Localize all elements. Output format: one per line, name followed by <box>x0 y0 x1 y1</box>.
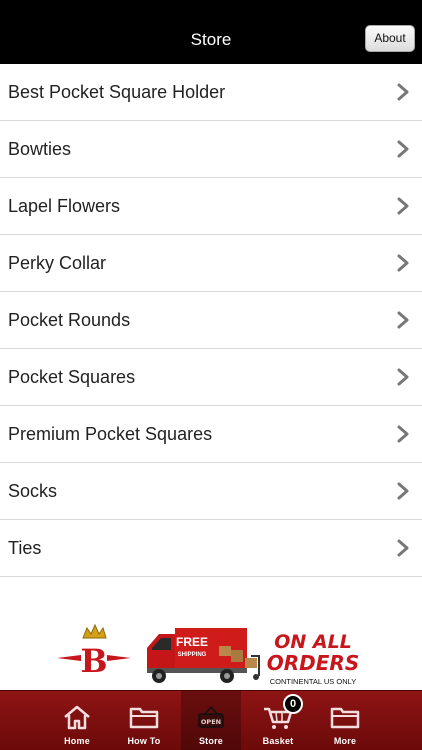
page-title: Store <box>190 30 232 49</box>
tab-how-to[interactable]: How To <box>114 691 174 750</box>
truck-free-text: FREE <box>176 635 208 649</box>
list-item-label: Socks <box>8 481 58 501</box>
tab-more[interactable]: More <box>315 691 375 750</box>
tab-label: How To <box>127 736 161 746</box>
tab-label: Home <box>64 736 90 746</box>
category-list: Best Pocket Square Holder Bowties Lapel … <box>0 64 422 577</box>
list-item[interactable]: Premium Pocket Squares <box>0 406 422 463</box>
list-item-label: Bowties <box>8 139 72 159</box>
list-item-label: Perky Collar <box>8 253 107 273</box>
list-item[interactable]: Ties <box>0 520 422 577</box>
navigation-bar: Store About <box>0 0 422 64</box>
tab-label: More <box>333 736 357 746</box>
home-icon <box>64 705 90 730</box>
list-item[interactable]: Bowties <box>0 121 422 178</box>
folder-icon <box>129 707 159 729</box>
truck-shipping-text: SHIPPING <box>178 652 207 658</box>
tab-store[interactable]: OPEN Store <box>181 691 241 750</box>
chevron-right-icon <box>397 140 409 158</box>
list-item[interactable]: Socks <box>0 463 422 520</box>
list-item[interactable]: Pocket Squares <box>0 349 422 406</box>
chevron-right-icon <box>397 254 409 272</box>
open-sign-text: OPEN <box>201 718 221 726</box>
folder-icon <box>330 707 360 729</box>
list-item[interactable]: Pocket Rounds <box>0 292 422 349</box>
list-item[interactable]: Perky Collar <box>0 235 422 292</box>
list-item-label: Lapel Flowers <box>8 196 121 216</box>
list-item-label: Best Pocket Square Holder <box>8 82 226 102</box>
list-item[interactable]: Lapel Flowers <box>0 178 422 235</box>
list-item-label: Pocket Rounds <box>8 310 131 330</box>
delivery-truck-icon: FREE SHIPPING <box>147 628 260 683</box>
chevron-right-icon <box>397 368 409 386</box>
chevron-right-icon <box>397 425 409 443</box>
tab-label: Store <box>198 736 223 746</box>
chevron-right-icon <box>397 482 409 500</box>
tab-home[interactable]: Home <box>47 691 107 750</box>
free-shipping-banner[interactable]: B FREE SHIPPING ON ALL ORDERS CONTINENTA… <box>55 620 367 690</box>
list-item[interactable]: Best Pocket Square Holder <box>0 64 422 121</box>
tab-basket[interactable]: 0 Basket <box>248 691 308 750</box>
about-button[interactable]: About <box>365 25 415 52</box>
tab-label: Basket <box>262 736 294 746</box>
banner-subline: CONTINENTAL US ONLY <box>270 677 357 686</box>
logo-letter: B <box>80 642 107 680</box>
open-sign-icon: OPEN <box>198 705 224 728</box>
banner-headline-2: ORDERS <box>267 651 359 675</box>
chevron-right-icon <box>397 197 409 215</box>
chevron-right-icon <box>397 539 409 557</box>
basket-count-badge: 0 <box>283 694 303 714</box>
chevron-right-icon <box>397 83 409 101</box>
chevron-right-icon <box>397 311 409 329</box>
list-item-label: Ties <box>8 538 42 558</box>
banner-headline-1: ON ALL <box>274 631 352 653</box>
tab-bar: Home How To OPEN Store 0 Basket More <box>0 690 422 750</box>
brand-logo: B <box>57 623 131 680</box>
list-item-label: Pocket Squares <box>8 367 136 387</box>
list-item-label: Premium Pocket Squares <box>8 424 213 444</box>
